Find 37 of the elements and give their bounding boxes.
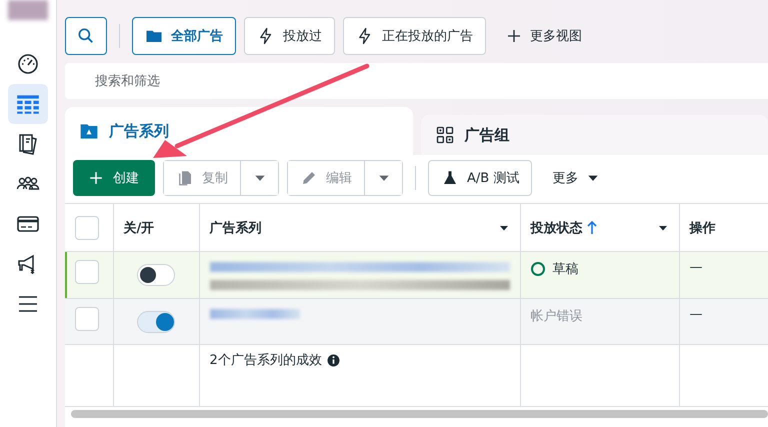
- level-tab[interactable]: 广告组: [420, 115, 768, 155]
- column-label: 广告系列: [210, 220, 262, 236]
- search-button[interactable]: [65, 17, 107, 55]
- ab-test-button[interactable]: A/B 测试: [428, 160, 532, 196]
- pencil-icon: [300, 169, 318, 187]
- select-all-checkbox[interactable]: [75, 216, 99, 240]
- info-icon: [326, 354, 340, 366]
- more-button[interactable]: 更多: [540, 159, 612, 197]
- view-tab[interactable]: 正在投放的广告: [343, 17, 486, 55]
- column-label: 投放状态: [530, 220, 582, 236]
- actions-text: —: [690, 260, 702, 275]
- level-tab[interactable]: 广告系列: [65, 107, 412, 155]
- view-tab[interactable]: 全部广告: [132, 17, 236, 55]
- toggle-switch[interactable]: [137, 264, 175, 286]
- search-field[interactable]: 搜索和筛选: [65, 63, 768, 99]
- flask-icon: [441, 169, 459, 187]
- gauge-icon: [16, 52, 40, 76]
- row-checkbox[interactable]: [75, 260, 99, 284]
- grid-icon: [434, 125, 454, 145]
- scrollbar[interactable]: [71, 410, 768, 418]
- copy-icon: [176, 169, 194, 187]
- plus-icon: [506, 28, 522, 44]
- column-label: 关/开: [124, 220, 154, 236]
- status-ring-icon: [530, 262, 544, 276]
- row-checkbox[interactable]: [75, 307, 99, 331]
- plus-icon: [89, 171, 103, 185]
- sort-up-icon: [586, 220, 596, 234]
- toggle-switch[interactable]: [137, 311, 175, 333]
- status-text: 草稿: [552, 261, 578, 278]
- actions-text: —: [690, 307, 702, 322]
- avatar-placeholder: [8, 0, 48, 20]
- view-tab[interactable]: 投放过: [244, 17, 335, 55]
- results-summary: 2个广告系列的成效: [210, 352, 322, 369]
- create-button[interactable]: 创建: [73, 160, 155, 196]
- column-label: 操作: [690, 220, 716, 236]
- status-text: 帐户错误: [530, 308, 582, 325]
- more-views-button[interactable]: 更多视图: [494, 17, 594, 55]
